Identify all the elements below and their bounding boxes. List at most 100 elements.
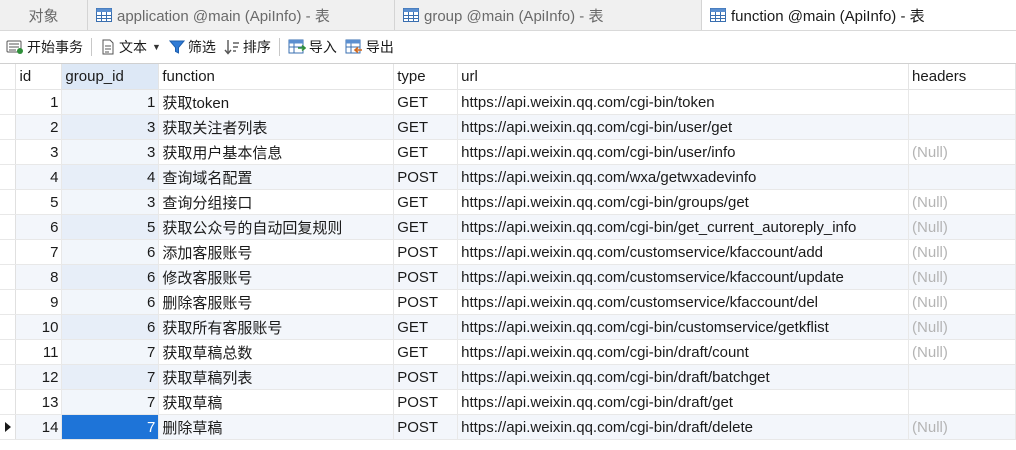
row-indicator[interactable] [0, 214, 17, 240]
cell-type[interactable]: GET [393, 189, 459, 215]
cell-function[interactable]: 添加客服账号 [158, 239, 395, 265]
table-row[interactable]: 4 4 查询域名配置 POST https://api.weixin.qq.com/wx… [0, 164, 1016, 190]
cell-id[interactable]: 12 [15, 364, 63, 390]
cell-headers[interactable] [908, 89, 1016, 115]
cell-group-id[interactable]: 1 [61, 89, 160, 115]
cell-type[interactable]: POST [393, 164, 459, 190]
row-indicator[interactable] [0, 139, 17, 165]
cell-url[interactable]: https://api.weixin.qq.com/cgi-bin/token [457, 89, 910, 115]
cell-url[interactable]: https://api.weixin.qq.com/cgi-bin/custom… [457, 314, 910, 340]
row-indicator[interactable] [0, 239, 17, 265]
table-row[interactable]: 3 3 获取用户基本信息 GET https://api.weixin.qq.com/c… [0, 139, 1016, 165]
row-indicator[interactable] [0, 189, 17, 215]
tab-group[interactable]: group @main (ApiInfo) - 表 [395, 0, 702, 30]
cell-url[interactable]: https://api.weixin.qq.com/cgi-bin/draft/… [457, 339, 910, 365]
sort-button[interactable]: 排序 [220, 37, 275, 57]
table-row[interactable]: 2 3 获取关注者列表 GET https://api.weixin.qq.com/cg… [0, 114, 1016, 140]
cell-group-id[interactable]: 3 [61, 139, 160, 165]
row-indicator[interactable] [0, 114, 17, 140]
cell-url[interactable]: https://api.weixin.qq.com/customservice/… [457, 289, 910, 315]
row-indicator[interactable] [0, 264, 17, 290]
export-button[interactable]: 导出 [341, 37, 398, 57]
cell-function[interactable]: 获取草稿 [158, 389, 395, 415]
table-row[interactable]: 12 7 获取草稿列表 POST https://api.weixin.qq.com/c… [0, 364, 1016, 390]
cell-id[interactable]: 13 [15, 389, 63, 415]
cell-type[interactable]: POST [393, 364, 459, 390]
table-row[interactable]: 1 1 获取token GET https://api.weixin.qq.com/cg… [0, 89, 1016, 115]
row-indicator[interactable] [0, 164, 17, 190]
cell-function[interactable]: 获取草稿总数 [158, 339, 395, 365]
cell-url[interactable]: https://api.weixin.qq.com/cgi-bin/user/i… [457, 139, 910, 165]
table-row[interactable]: 7 6 添加客服账号 POST https://api.weixin.qq.com/cu… [0, 239, 1016, 265]
cell-type[interactable]: POST [393, 239, 459, 265]
cell-url[interactable]: https://api.weixin.qq.com/customservice/… [457, 264, 910, 290]
row-indicator[interactable] [0, 314, 17, 340]
table-row[interactable]: 11 7 获取草稿总数 GET https://api.weixin.qq.com/cg… [0, 339, 1016, 365]
cell-function[interactable]: 删除客服账号 [158, 289, 395, 315]
table-row[interactable]: 6 5 获取公众号的自动回复规则 GET https://api.weixin.qq.c… [0, 214, 1016, 240]
cell-headers[interactable] [908, 114, 1016, 140]
cell-group-id[interactable]: 6 [61, 239, 160, 265]
cell-group-id[interactable]: 7 [61, 414, 160, 440]
cell-headers[interactable]: (Null) [908, 239, 1016, 265]
cell-id[interactable]: 1 [15, 89, 63, 115]
cell-group-id[interactable]: 7 [61, 364, 160, 390]
cell-url[interactable]: https://api.weixin.qq.com/cgi-bin/draft/… [457, 414, 910, 440]
cell-headers[interactable] [908, 164, 1016, 190]
cell-group-id[interactable]: 3 [61, 114, 160, 140]
cell-type[interactable]: GET [393, 214, 459, 240]
cell-headers[interactable]: (Null) [908, 264, 1016, 290]
cell-function[interactable]: 获取公众号的自动回复规则 [158, 214, 395, 240]
cell-headers[interactable]: (Null) [908, 189, 1016, 215]
row-indicator[interactable] [0, 389, 17, 415]
cell-url[interactable]: https://api.weixin.qq.com/cgi-bin/get_cu… [457, 214, 910, 240]
cell-function[interactable]: 修改客服账号 [158, 264, 395, 290]
row-indicator[interactable] [0, 414, 17, 440]
cell-id[interactable]: 7 [15, 239, 63, 265]
cell-group-id[interactable]: 6 [61, 289, 160, 315]
cell-type[interactable]: POST [393, 289, 459, 315]
row-indicator[interactable] [0, 339, 17, 365]
cell-id[interactable]: 4 [15, 164, 63, 190]
tab-function[interactable]: function @main (ApiInfo) - 表 [702, 0, 1016, 30]
cell-headers[interactable]: (Null) [908, 314, 1016, 340]
cell-headers[interactable]: (Null) [908, 139, 1016, 165]
column-header-url[interactable]: url [457, 64, 910, 90]
table-row[interactable]: 5 3 查询分组接口 GET https://api.weixin.qq.com/cgi… [0, 189, 1016, 215]
cell-url[interactable]: https://api.weixin.qq.com/cgi-bin/draft/… [457, 364, 910, 390]
cell-function[interactable]: 获取token [158, 89, 395, 115]
cell-id[interactable]: 6 [15, 214, 63, 240]
table-row[interactable]: 14 7 删除草稿 POST https://api.weixin.qq.com/cgi… [0, 414, 1016, 440]
cell-function[interactable]: 删除草稿 [158, 414, 395, 440]
column-header-headers[interactable]: headers [908, 64, 1016, 90]
table-row[interactable]: 10 6 获取所有客服账号 GET https://api.weixin.qq.com/… [0, 314, 1016, 340]
cell-group-id[interactable]: 3 [61, 189, 160, 215]
column-header-function[interactable]: function [158, 64, 395, 90]
cell-group-id[interactable]: 7 [61, 389, 160, 415]
cell-headers[interactable]: (Null) [908, 214, 1016, 240]
filter-button[interactable]: 筛选 [165, 37, 220, 57]
cell-url[interactable]: https://api.weixin.qq.com/cgi-bin/user/g… [457, 114, 910, 140]
cell-id[interactable]: 3 [15, 139, 63, 165]
cell-group-id[interactable]: 6 [61, 264, 160, 290]
table-row[interactable]: 9 6 删除客服账号 POST https://api.weixin.qq.com/cu… [0, 289, 1016, 315]
cell-function[interactable]: 查询分组接口 [158, 189, 395, 215]
cell-type[interactable]: GET [393, 314, 459, 340]
cell-id[interactable]: 10 [15, 314, 63, 340]
tab-objects[interactable]: 对象 [0, 0, 88, 30]
cell-function[interactable]: 获取关注者列表 [158, 114, 395, 140]
cell-url[interactable]: https://api.weixin.qq.com/cgi-bin/draft/… [457, 389, 910, 415]
cell-headers[interactable] [908, 389, 1016, 415]
cell-group-id[interactable]: 5 [61, 214, 160, 240]
cell-type[interactable]: GET [393, 89, 459, 115]
cell-url[interactable]: https://api.weixin.qq.com/cgi-bin/groups… [457, 189, 910, 215]
cell-headers[interactable]: (Null) [908, 414, 1016, 440]
cell-function[interactable]: 获取草稿列表 [158, 364, 395, 390]
cell-type[interactable]: POST [393, 414, 459, 440]
cell-url[interactable]: https://api.weixin.qq.com/customservice/… [457, 239, 910, 265]
text-button[interactable]: 文本 ▼ [96, 37, 165, 57]
column-header-type[interactable]: type [393, 64, 459, 90]
cell-id[interactable]: 11 [15, 339, 63, 365]
data-grid[interactable]: id group_id function type url headers 11… [0, 63, 1016, 450]
cell-headers[interactable]: (Null) [908, 289, 1016, 315]
